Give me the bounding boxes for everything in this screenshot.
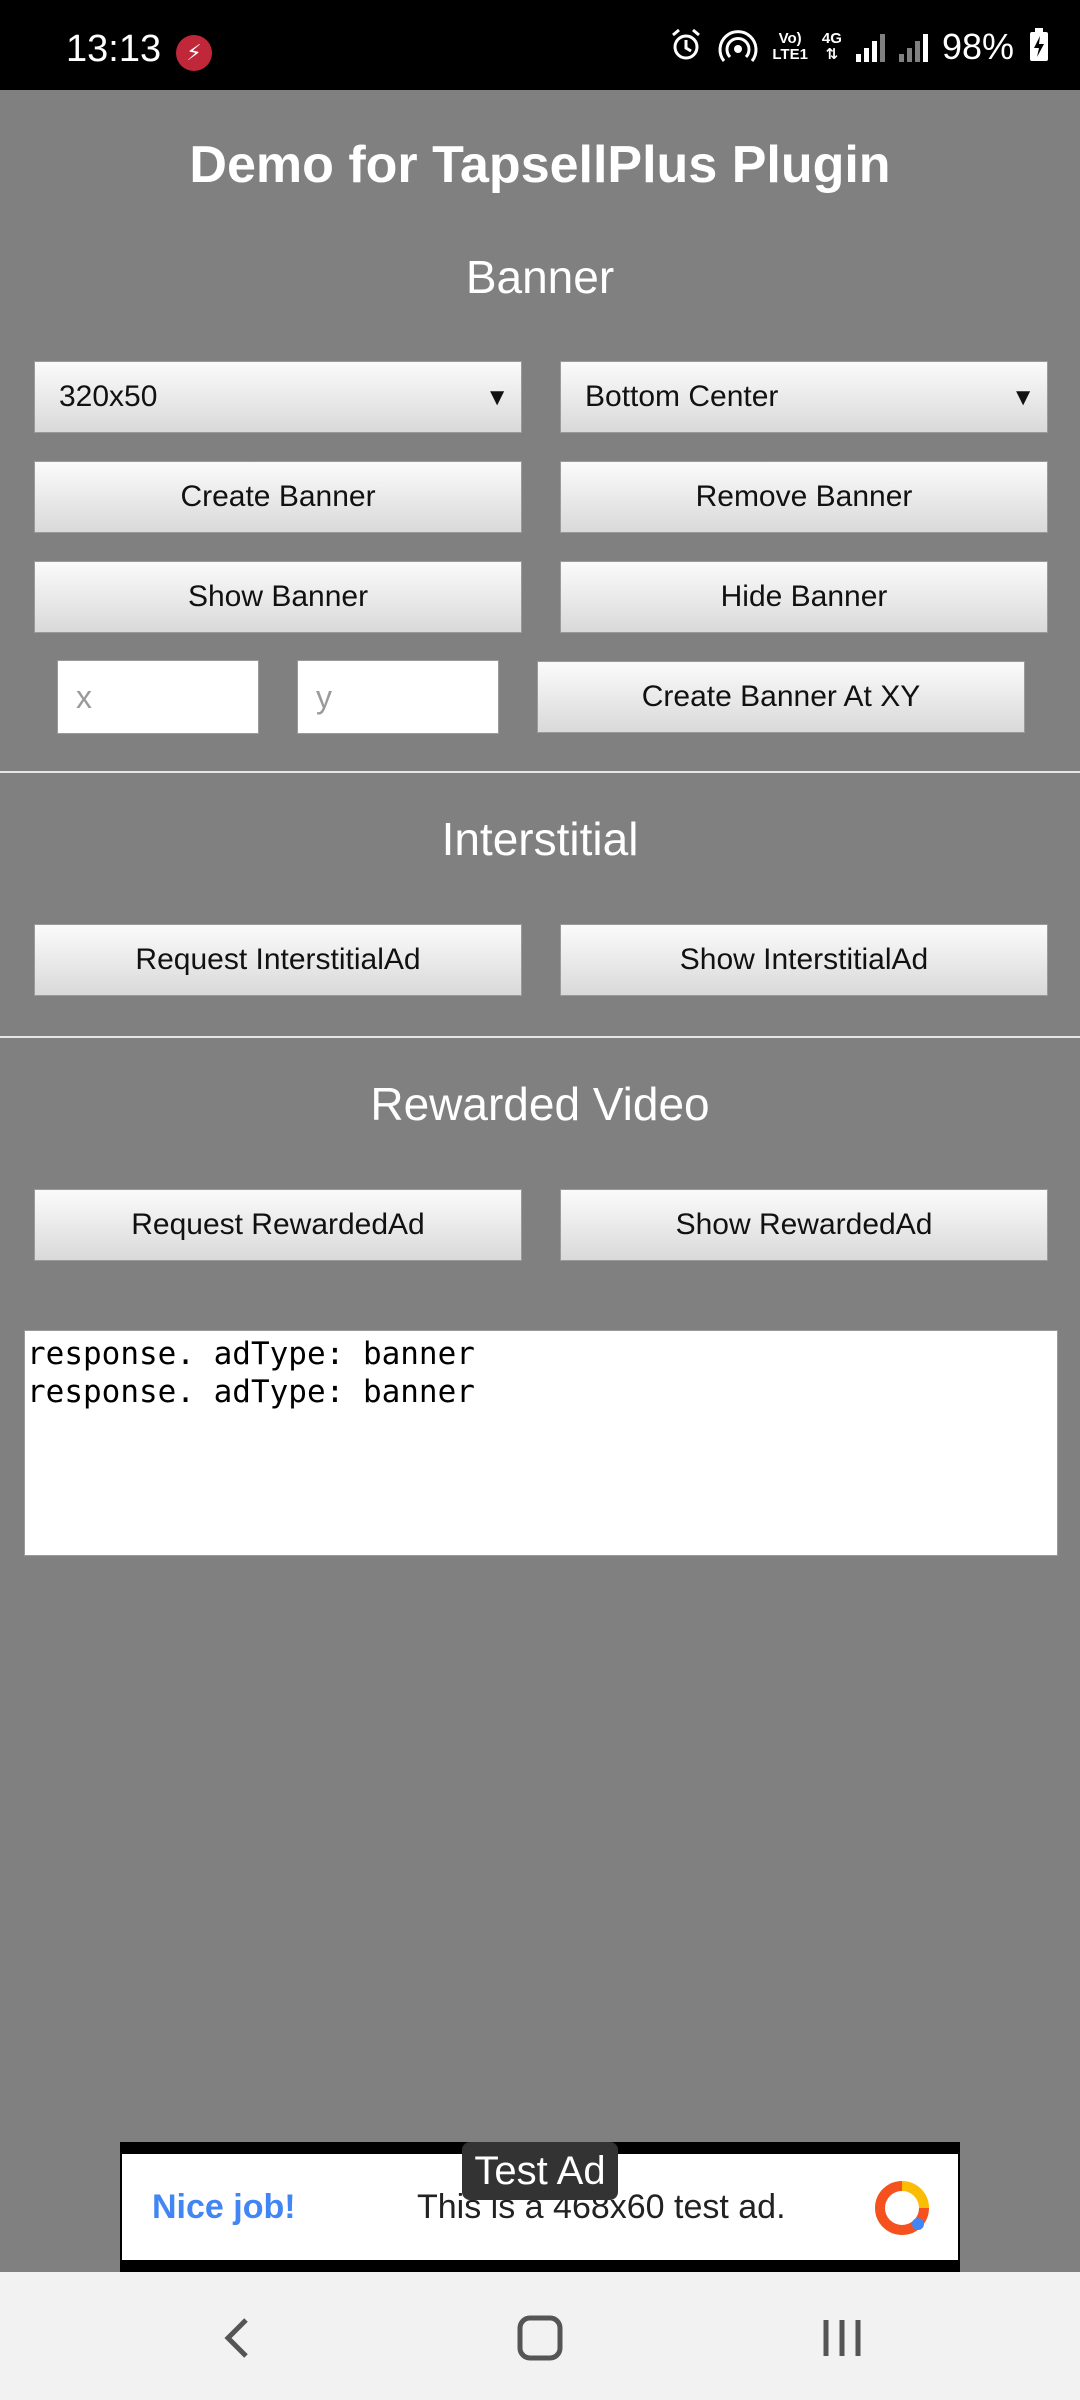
remove-banner-button[interactable]: Remove Banner: [560, 461, 1048, 533]
page-title: Demo for TapsellPlus Plugin: [189, 136, 891, 194]
data-arrows-icon: ⇅: [825, 46, 839, 63]
status-icons: Vo) LTE1 4G ⇅ 98%: [668, 22, 1050, 72]
banner-heading: Banner: [465, 251, 615, 303]
signal-strength-icon-1: [855, 32, 885, 62]
home-icon[interactable]: [510, 2308, 570, 2368]
alarm-icon: [668, 27, 704, 68]
network-type-icon: 4G ⇅: [822, 31, 842, 63]
show-interstitial-button[interactable]: Show InterstitialAd: [560, 924, 1048, 996]
status-bar: 13:13 ⚡ Vo) LTE1 4G ⇅ 98%: [0, 0, 1080, 90]
hotspot-icon: [718, 27, 758, 68]
signal-strength-icon-2: [898, 32, 928, 62]
create-banner-at-xy-button[interactable]: Create Banner At XY: [537, 661, 1025, 733]
section-divider: [0, 771, 1080, 773]
dropdown-arrow-icon: ▼: [1011, 384, 1035, 411]
request-rewarded-button[interactable]: Request RewardedAd: [34, 1189, 522, 1261]
show-rewarded-button[interactable]: Show RewardedAd: [560, 1189, 1048, 1261]
hide-banner-button[interactable]: Hide Banner: [560, 561, 1048, 633]
x-input[interactable]: x: [57, 660, 259, 734]
log-textarea[interactable]: response. adType: banner response. adTyp…: [24, 1330, 1058, 1556]
log-line: response. adType: banner: [27, 1374, 475, 1410]
back-icon[interactable]: [208, 2308, 268, 2368]
rewarded-heading: Rewarded Video: [370, 1078, 710, 1130]
banner-position-value: Bottom Center: [585, 380, 779, 413]
recent-apps-icon[interactable]: [812, 2308, 872, 2368]
banner-size-value: 320x50: [59, 380, 158, 413]
request-interstitial-button[interactable]: Request InterstitialAd: [34, 924, 522, 996]
test-ad-label: Test Ad: [462, 2142, 618, 2200]
battery-percent: 98%: [941, 26, 1014, 67]
ad-brand-icon: [875, 2181, 929, 2235]
volte-label-bottom: LTE1: [772, 46, 808, 63]
banner-size-select[interactable]: 320x50 ▼: [34, 361, 522, 433]
interstitial-heading: Interstitial: [441, 813, 639, 865]
y-input[interactable]: y: [297, 660, 499, 734]
log-line: response. adType: banner: [27, 1336, 475, 1372]
show-banner-button[interactable]: Show Banner: [34, 561, 522, 633]
battery-charging-icon: [1028, 27, 1050, 68]
section-divider: [0, 1036, 1080, 1038]
create-banner-button[interactable]: Create Banner: [34, 461, 522, 533]
system-nav-bar: [0, 2272, 1080, 2400]
ad-headline: Nice job!: [152, 2188, 296, 2226]
banner-position-select[interactable]: Bottom Center ▼: [560, 361, 1048, 433]
status-time: 13:13: [66, 28, 162, 70]
volte-label-top: Vo): [778, 30, 802, 47]
power-saving-alert-icon: ⚡: [176, 35, 212, 71]
dropdown-arrow-icon: ▼: [485, 384, 509, 411]
volte-label: Vo) LTE1: [772, 31, 808, 63]
network-type-label: 4G: [821, 30, 842, 47]
